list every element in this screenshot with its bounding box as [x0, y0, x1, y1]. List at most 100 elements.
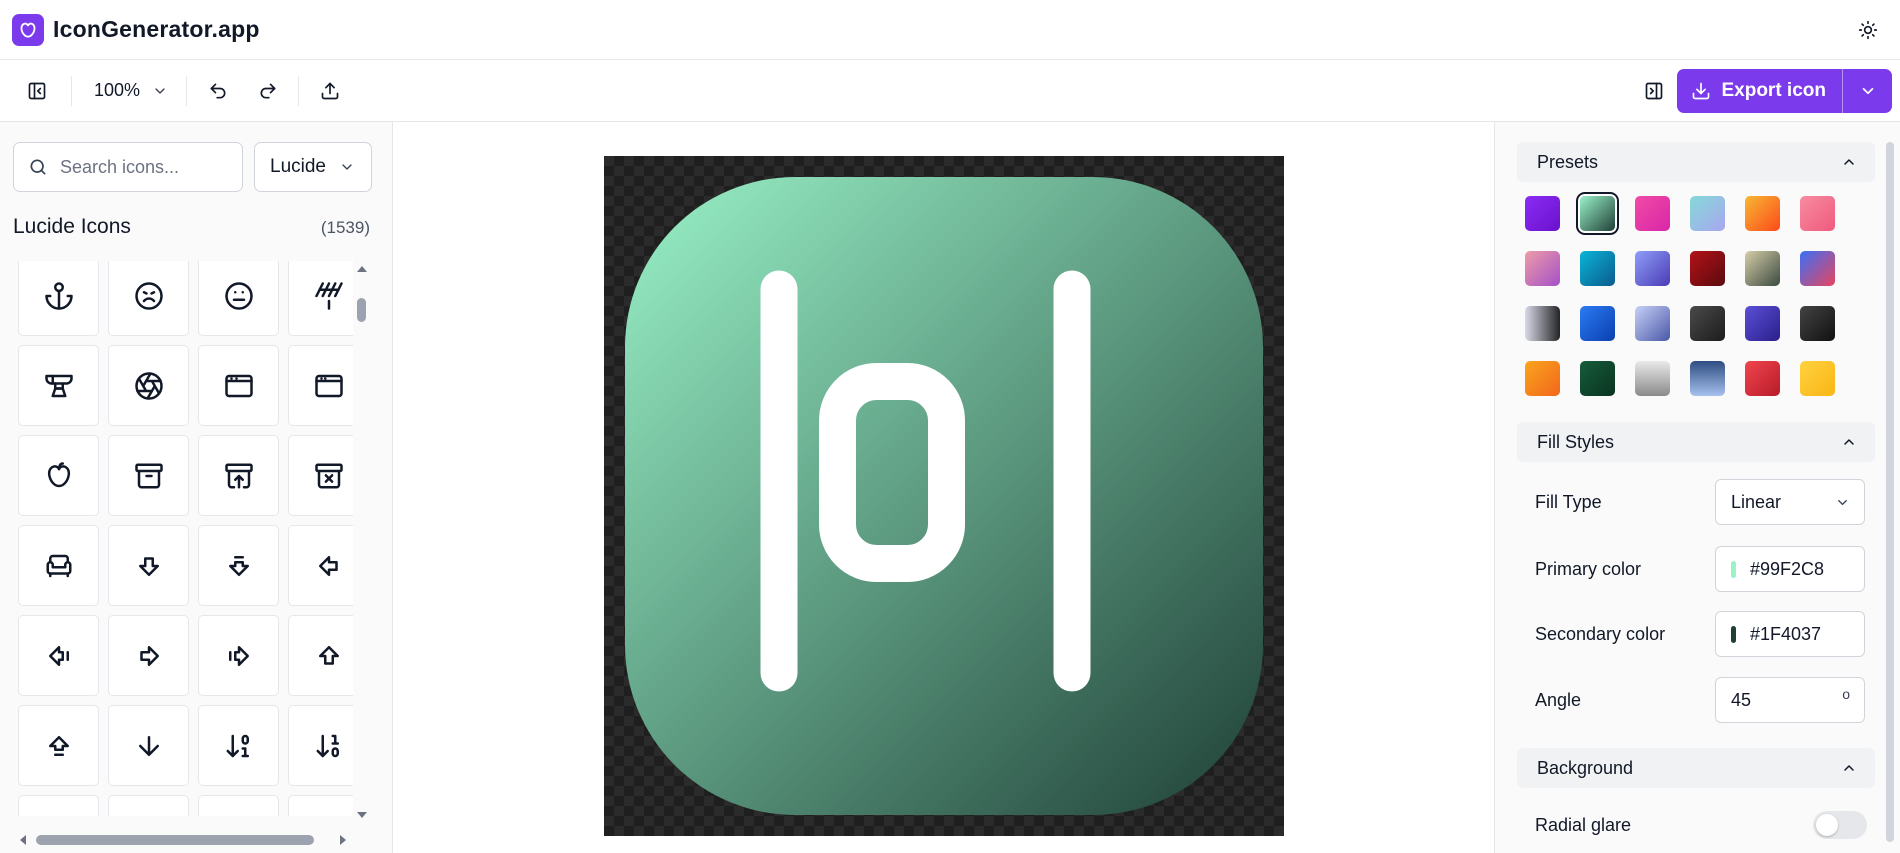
- preset-swatch[interactable]: [1800, 306, 1835, 341]
- arrow-big-up-icon: [318, 645, 339, 665]
- background-section-header[interactable]: Background: [1517, 748, 1875, 788]
- preset-swatch[interactable]: [1525, 306, 1560, 341]
- icon-tile[interactable]: [198, 261, 279, 336]
- icon-grid-horizontal-scrollbar[interactable]: [18, 832, 353, 846]
- angle-field: o: [1715, 677, 1865, 723]
- chevron-down-icon: [342, 164, 352, 170]
- toggle-left-panel-icon[interactable]: [17, 71, 57, 111]
- preset-swatch[interactable]: [1690, 361, 1725, 396]
- app-logo-icon[interactable]: [12, 13, 44, 46]
- primary-color-swatch[interactable]: [1731, 560, 1736, 578]
- presets-section-header[interactable]: Presets: [1517, 142, 1875, 182]
- preset-swatch[interactable]: [1800, 361, 1835, 396]
- icon-tile[interactable]: [198, 525, 279, 606]
- preset-swatch[interactable]: [1800, 251, 1835, 286]
- icon-tile[interactable]: [198, 705, 279, 786]
- preset-swatch[interactable]: [1580, 306, 1615, 341]
- toggle-right-panel-icon[interactable]: [1634, 71, 1674, 111]
- icon-tile[interactable]: [18, 525, 99, 606]
- arrow-big-left-dash-icon: [48, 645, 69, 666]
- fill-styles-section-header[interactable]: Fill Styles: [1517, 422, 1875, 462]
- icon-tile[interactable]: [18, 615, 99, 696]
- scroll-down-arrow-icon[interactable]: [355, 810, 369, 820]
- upload-icon[interactable]: [310, 71, 350, 111]
- scroll-left-arrow-icon[interactable]: [18, 833, 28, 847]
- scroll-right-arrow-icon[interactable]: [338, 833, 348, 847]
- toggle-knob: [1816, 814, 1838, 836]
- library-select[interactable]: Lucide: [254, 142, 372, 192]
- library-heading: Lucide Icons: [13, 215, 131, 238]
- preset-swatch[interactable]: [1745, 251, 1780, 286]
- icon-tile[interactable]: [198, 795, 279, 816]
- properties-panel-scrollbar[interactable]: [1886, 142, 1894, 842]
- preset-swatch[interactable]: [1580, 361, 1615, 396]
- chevron-up-icon: [1844, 159, 1854, 165]
- icon-tile[interactable]: [108, 525, 189, 606]
- icon-tile[interactable]: [108, 705, 189, 786]
- preset-swatch[interactable]: [1745, 196, 1780, 231]
- icon-canvas[interactable]: [604, 156, 1284, 836]
- primary-color-input[interactable]: [1750, 558, 1850, 580]
- preset-swatch[interactable]: [1635, 306, 1670, 341]
- icon-tile[interactable]: [198, 345, 279, 426]
- armchair-icon: [46, 554, 71, 577]
- radial-glare-toggle[interactable]: [1813, 811, 1867, 839]
- preset-swatch[interactable]: [1690, 251, 1725, 286]
- icon-tile[interactable]: [198, 435, 279, 516]
- icon-tile[interactable]: [198, 615, 279, 696]
- fill-type-select[interactable]: Linear: [1715, 479, 1865, 525]
- icon-tile[interactable]: [18, 345, 99, 426]
- preset-swatch[interactable]: [1635, 196, 1670, 231]
- icon-tile[interactable]: [288, 345, 353, 426]
- icon-tile[interactable]: [288, 615, 353, 696]
- preset-swatch[interactable]: [1580, 251, 1615, 286]
- icon-tile[interactable]: [18, 435, 99, 516]
- icon-tile[interactable]: [108, 435, 189, 516]
- icon-tile[interactable]: [108, 795, 189, 816]
- redo-icon[interactable]: [248, 71, 288, 111]
- preset-swatch[interactable]: [1690, 196, 1725, 231]
- radial-glare-label: Radial glare: [1535, 814, 1632, 835]
- icon-tile[interactable]: [288, 705, 353, 786]
- preset-swatch[interactable]: [1525, 196, 1560, 231]
- icon-tile[interactable]: [288, 261, 353, 336]
- export-options-button[interactable]: [1842, 69, 1892, 113]
- scroll-up-arrow-icon[interactable]: [355, 264, 369, 274]
- scrollbar-thumb[interactable]: [357, 298, 366, 322]
- icon-tile[interactable]: [108, 345, 189, 426]
- preset-swatch[interactable]: [1525, 361, 1560, 396]
- icon-tile[interactable]: [108, 615, 189, 696]
- icon-tile[interactable]: [288, 795, 353, 816]
- preset-swatch[interactable]: [1690, 306, 1725, 341]
- secondary-color-input[interactable]: [1750, 623, 1850, 645]
- icon-tile[interactable]: [18, 261, 99, 336]
- icon-tile[interactable]: [288, 525, 353, 606]
- theme-toggle-sun-icon[interactable]: [1854, 16, 1882, 44]
- meh-icon: [224, 281, 253, 310]
- preset-swatch[interactable]: [1745, 361, 1780, 396]
- preset-swatch-grid: [1525, 196, 1835, 396]
- scrollbar-thumb[interactable]: [36, 835, 314, 845]
- icon-tile[interactable]: [18, 705, 99, 786]
- angle-input[interactable]: [1731, 689, 1811, 711]
- preset-swatch[interactable]: [1800, 196, 1835, 231]
- undo-icon[interactable]: [198, 71, 238, 111]
- fill-type-label: Fill Type: [1535, 491, 1602, 512]
- zoom-value: 100%: [94, 80, 141, 100]
- icon-tile[interactable]: [108, 261, 189, 336]
- preset-swatch[interactable]: [1525, 251, 1560, 286]
- background-title: Background: [1537, 757, 1634, 778]
- icon-grid-vertical-scrollbar[interactable]: [355, 264, 369, 824]
- export-icon-button[interactable]: Export icon: [1677, 69, 1842, 113]
- preset-swatch[interactable]: [1635, 361, 1670, 396]
- icon-tile[interactable]: [288, 435, 353, 516]
- preset-swatch[interactable]: [1635, 251, 1670, 286]
- secondary-color-swatch[interactable]: [1731, 625, 1736, 643]
- zoom-select[interactable]: 100%: [72, 71, 182, 111]
- preset-swatch[interactable]: [1580, 196, 1615, 231]
- search-input[interactable]: [60, 156, 230, 178]
- arrow-big-down-dash-icon: [228, 555, 249, 576]
- icon-tile[interactable]: [18, 795, 99, 816]
- preset-swatch[interactable]: [1745, 306, 1780, 341]
- search-box: [13, 142, 243, 192]
